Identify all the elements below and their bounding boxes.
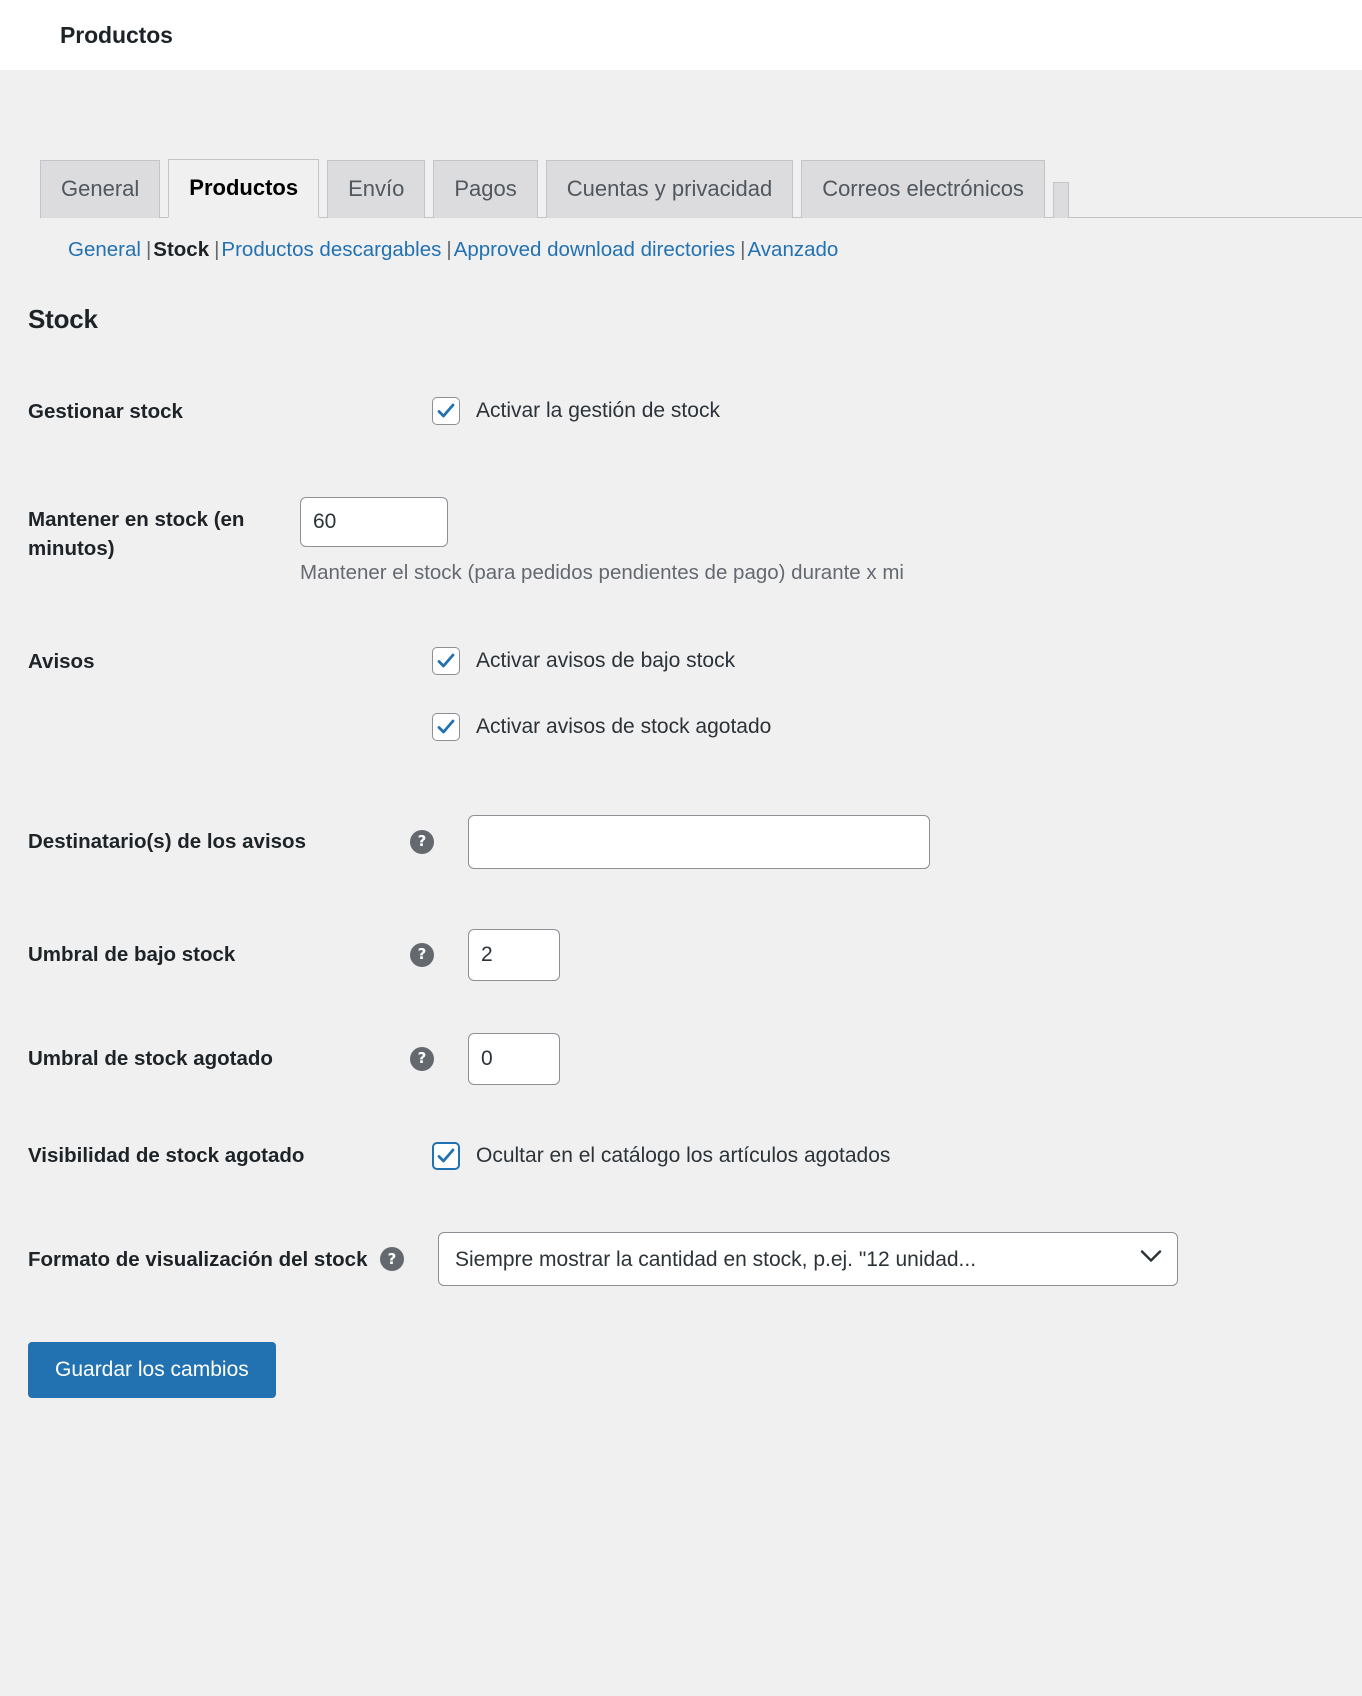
help-out-of-stock-threshold-wrap: ?	[410, 1047, 432, 1071]
out-of-stock-threshold-input[interactable]	[468, 1033, 560, 1085]
field-low-stock-threshold	[432, 929, 1362, 981]
checkbox-manage-stock[interactable]: Activar la gestión de stock	[432, 397, 1362, 425]
field-out-of-stock-visibility: Ocultar en el catálogo los artículos ago…	[432, 1142, 1362, 1170]
label-text-stock-display-format: Formato de visualización del stock	[28, 1245, 367, 1275]
help-low-stock-threshold-wrap: ?	[410, 943, 432, 967]
checkbox-label-manage-stock: Activar la gestión de stock	[476, 399, 720, 423]
check-icon	[436, 401, 456, 421]
hold-stock-input[interactable]	[300, 497, 448, 547]
field-manage-stock: Activar la gestión de stock	[432, 397, 1362, 425]
checkbox-low-stock-notification[interactable]: Activar avisos de bajo stock	[432, 647, 1362, 675]
label-recipients: Destinatario(s) de los avisos	[0, 827, 410, 857]
label-text-low-stock-threshold: Umbral de bajo stock	[28, 940, 235, 970]
label-text-out-of-stock-threshold: Umbral de stock agotado	[28, 1044, 273, 1074]
label-text-recipients: Destinatario(s) de los avisos	[28, 827, 306, 857]
row-out-of-stock-visibility: Visibilidad de stock agotado Ocultar en …	[0, 1141, 1362, 1171]
settings-tab-list: General Productos Envío Pagos Cuentas y …	[40, 158, 1362, 218]
checkbox-hide-out-of-stock[interactable]: Ocultar en el catálogo los artículos ago…	[432, 1142, 1362, 1170]
subnav-separator: |	[441, 238, 453, 261]
subnav-separator: |	[209, 238, 221, 261]
subnav-separator: |	[735, 238, 747, 261]
row-recipients: Destinatario(s) de los avisos ?	[0, 815, 1362, 869]
help-icon[interactable]: ?	[410, 1047, 434, 1071]
subnav-separator: |	[141, 238, 153, 261]
checkbox-label-low-stock-notification: Activar avisos de bajo stock	[476, 649, 735, 673]
settings-page: Productos General Productos Envío Pagos …	[0, 0, 1362, 1696]
recipients-input[interactable]	[468, 815, 930, 869]
field-notifications: Activar avisos de bajo stock Activar avi…	[432, 647, 1362, 741]
label-notifications: Avisos	[0, 647, 432, 677]
checkbox-label-hide-out-of-stock: Ocultar en el catálogo los artículos ago…	[476, 1144, 890, 1168]
section-title: Stock	[28, 304, 1362, 335]
check-icon	[436, 651, 456, 671]
tab-productos[interactable]: Productos	[168, 159, 319, 218]
label-out-of-stock-visibility: Visibilidad de stock agotado	[0, 1141, 432, 1171]
label-out-of-stock-threshold: Umbral de stock agotado	[0, 1044, 410, 1074]
hold-stock-description: Mantener el stock (para pedidos pendient…	[300, 561, 1205, 585]
field-out-of-stock-threshold	[432, 1033, 1362, 1085]
stock-settings-form: Gestionar stock Activar la gestión de st…	[0, 397, 1362, 1286]
checkbox-label-out-of-stock-notification: Activar avisos de stock agotado	[476, 715, 771, 739]
help-recipients-wrap: ?	[410, 830, 432, 854]
check-icon	[436, 1146, 456, 1166]
help-icon[interactable]: ?	[410, 830, 434, 854]
checkbox-box-manage-stock[interactable]	[432, 397, 460, 425]
field-recipients	[432, 815, 1362, 869]
check-icon	[436, 717, 456, 737]
field-stock-display-format: Siempre mostrar la cantidad en stock, p.…	[402, 1232, 1362, 1286]
row-low-stock-threshold: Umbral de bajo stock ?	[0, 929, 1362, 981]
tab-correos-electronicos[interactable]: Correos electrónicos	[801, 160, 1045, 218]
page-title: Productos	[60, 22, 173, 49]
checkbox-out-of-stock-notification[interactable]: Activar avisos de stock agotado	[432, 713, 1362, 741]
help-icon[interactable]: ?	[410, 943, 434, 967]
stock-display-format-select[interactable]: Siempre mostrar la cantidad en stock, p.…	[438, 1232, 1178, 1286]
row-hold-stock: Mantener en stock (en minutos) Mantener …	[0, 497, 1362, 585]
subnav-item-stock[interactable]: Stock	[153, 238, 209, 261]
row-notifications: Avisos Activar avisos de bajo stock	[0, 647, 1362, 741]
subnav-item-general[interactable]: General	[68, 238, 141, 261]
row-manage-stock: Gestionar stock Activar la gestión de st…	[0, 397, 1362, 427]
page-header: Productos	[0, 0, 1362, 70]
label-manage-stock: Gestionar stock	[0, 397, 432, 427]
field-hold-stock: Mantener el stock (para pedidos pendient…	[300, 497, 1362, 585]
subnav-item-approved-download-directories[interactable]: Approved download directories	[454, 238, 735, 261]
tab-envio[interactable]: Envío	[327, 160, 425, 218]
subnav-item-avanzado[interactable]: Avanzado	[748, 238, 839, 261]
save-changes-button[interactable]: Guardar los cambios	[28, 1342, 276, 1398]
checkbox-box-hide-out-of-stock[interactable]	[432, 1142, 460, 1170]
checkbox-box-out-of-stock-notification[interactable]	[432, 713, 460, 741]
label-stock-display-format: Formato de visualización del stock	[0, 1245, 380, 1275]
stock-display-format-select-wrap: Siempre mostrar la cantidad en stock, p.…	[438, 1232, 1178, 1286]
checkbox-box-low-stock-notification[interactable]	[432, 647, 460, 675]
row-out-of-stock-threshold: Umbral de stock agotado ?	[0, 1033, 1362, 1085]
help-stock-display-format-wrap: ?	[380, 1247, 402, 1271]
label-hold-stock: Mantener en stock (en minutos)	[0, 497, 300, 564]
subnav: General|Stock|Productos descargables|App…	[40, 238, 1362, 262]
low-stock-threshold-input[interactable]	[468, 929, 560, 981]
settings-tabs-wrapper: General Productos Envío Pagos Cuentas y …	[0, 70, 1362, 262]
submit-wrapper: Guardar los cambios	[28, 1342, 1362, 1398]
row-stock-display-format: Formato de visualización del stock ? Sie…	[0, 1232, 1362, 1286]
tab-cuentas-y-privacidad[interactable]: Cuentas y privacidad	[546, 160, 793, 218]
tab-general[interactable]: General	[40, 160, 160, 218]
tab-overflow-clipped[interactable]	[1053, 182, 1069, 218]
subnav-item-productos-descargables[interactable]: Productos descargables	[221, 238, 441, 261]
tab-pagos[interactable]: Pagos	[433, 160, 537, 218]
label-low-stock-threshold: Umbral de bajo stock	[0, 940, 410, 970]
help-icon[interactable]: ?	[380, 1247, 404, 1271]
